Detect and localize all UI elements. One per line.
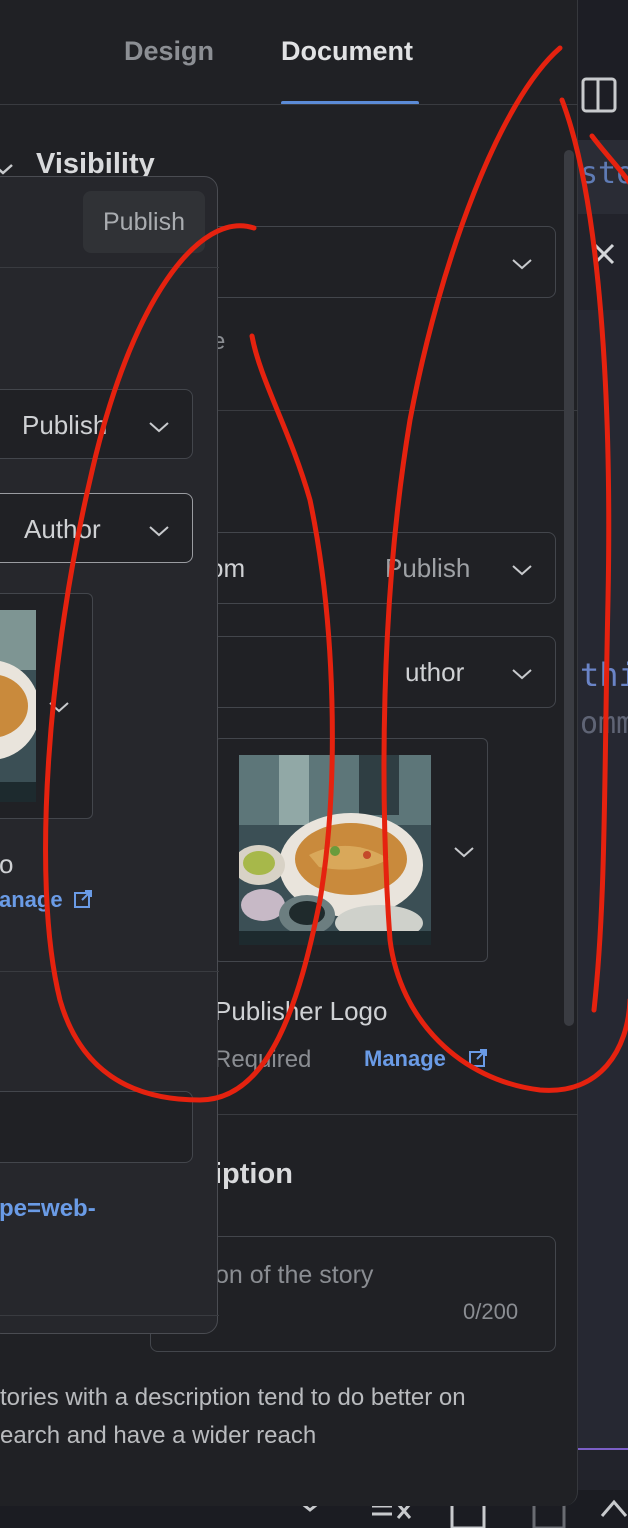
publisher-logo-image (239, 755, 431, 945)
chevron-down-icon (512, 259, 532, 270)
manage-link[interactable]: Manage (364, 1046, 446, 1072)
popup-author-value: Author (24, 514, 101, 544)
chevron-down-icon (149, 422, 169, 433)
chevron-down-icon[interactable] (0, 162, 14, 176)
popup-logo-caption: o (0, 849, 14, 879)
scrollbar[interactable] (564, 150, 574, 1026)
description-help-text: earch and have a wider reach (0, 1422, 317, 1449)
chevron-down-icon (149, 526, 169, 537)
divider (0, 1315, 219, 1316)
popup-text-input[interactable] (0, 1091, 193, 1163)
publisher-select-value: Publish (385, 553, 471, 583)
tab-design[interactable]: Design (124, 36, 214, 67)
publisher-logo-picker[interactable] (214, 738, 488, 962)
chevron-down-icon (49, 702, 69, 713)
popup-logo-image (0, 610, 36, 802)
external-link-icon[interactable] (468, 1048, 488, 1068)
divider (0, 267, 219, 268)
close-icon[interactable] (586, 236, 622, 272)
popup-manage-link[interactable]: anage (0, 887, 63, 913)
chevron-down-icon (512, 565, 532, 576)
publisher-logo-caption: Publisher Logo (214, 996, 388, 1026)
editor-toolbar (578, 0, 628, 140)
publish-popup: Publish Publish Author o anage pe=web- (0, 176, 219, 1334)
divider (578, 1448, 628, 1450)
external-link-icon[interactable] (73, 889, 93, 909)
editor-tab-label: stor (580, 156, 628, 191)
code-editor-pane: stor thi omm (578, 0, 628, 1528)
code-line: omm (580, 706, 628, 741)
chevron-down-icon (512, 669, 532, 680)
divider (0, 104, 578, 105)
code-line: thi (580, 656, 628, 694)
required-label: Required (214, 1046, 312, 1073)
description-placeholder: on of the story (215, 1261, 374, 1289)
code-area (578, 310, 628, 1450)
popup-publisher-select[interactable]: Publish (0, 389, 193, 459)
popup-author-select[interactable]: Author (0, 493, 193, 563)
popup-url-fragment[interactable]: pe=web- (0, 1195, 96, 1223)
divider (0, 971, 219, 972)
publish-button[interactable]: Publish (83, 191, 205, 253)
tab-document[interactable]: Document (281, 36, 413, 67)
section-title-description: iption (214, 1158, 293, 1190)
popup-logo-picker[interactable] (0, 593, 93, 819)
popup-publisher-value: Publish (22, 410, 108, 440)
description-help-text: tories with a description tend to do bet… (0, 1384, 466, 1411)
author-select-value: uthor (405, 657, 465, 687)
split-panel-icon[interactable] (580, 76, 618, 114)
character-counter: 0/200 (463, 1299, 519, 1324)
chevron-down-icon (454, 847, 474, 858)
